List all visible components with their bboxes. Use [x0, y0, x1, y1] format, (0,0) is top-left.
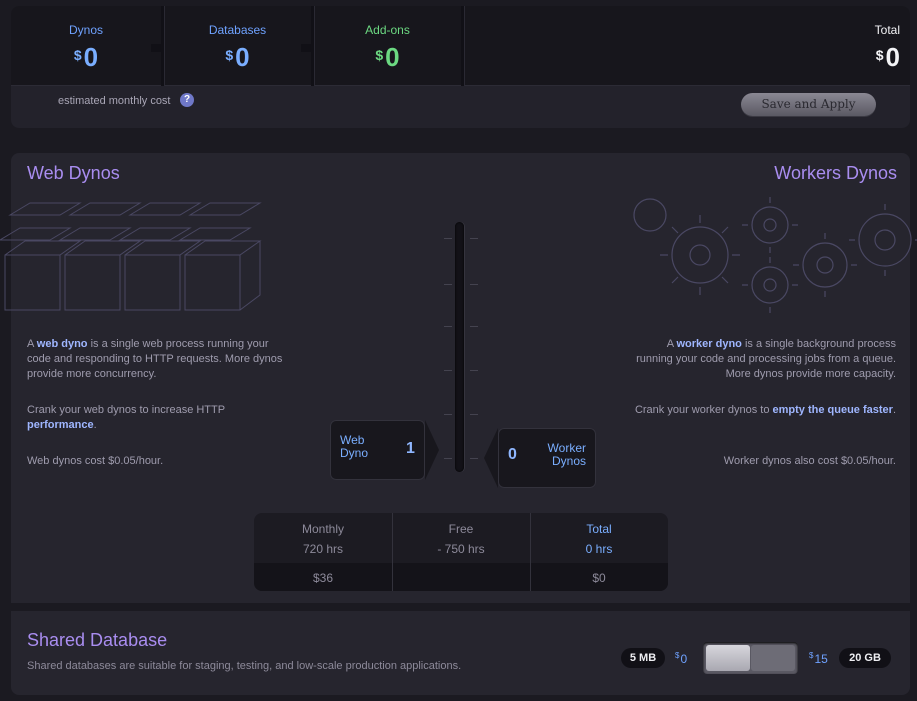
free-hours: - 750 hrs: [437, 542, 485, 556]
web-dyno-performance-text: Crank your web dynos to increase HTTP pe…: [27, 404, 225, 431]
dynos-cost-value: $0: [73, 42, 99, 72]
database-min-size: 5 MB: [621, 648, 665, 668]
total-hours-cost: $0: [592, 571, 606, 585]
total-hours-label: Total: [586, 522, 612, 536]
addons-cost-value: $0: [375, 42, 400, 72]
total-column: Total 0 hrs $0: [530, 513, 668, 591]
save-and-apply-button[interactable]: Save and Apply: [741, 93, 876, 116]
databases-cost-value: $0: [225, 42, 250, 72]
worker-dynos-title: Workers Dynos: [774, 163, 897, 183]
addons-cost: Add-ons $0: [314, 6, 461, 86]
total-cost-label: Total: [874, 23, 900, 37]
total-hours: 0 hrs: [585, 542, 613, 556]
web-dyno-counter[interactable]: Web Dyno 1: [330, 420, 425, 480]
toggle-track-fill: [751, 645, 795, 671]
database-size-toggle[interactable]: [703, 642, 798, 674]
dynos-cost-label: Dynos: [68, 23, 103, 37]
free-label: Free: [448, 522, 474, 536]
worker-dyno-counter-label: Worker Dynos: [547, 441, 586, 468]
gears-illustration: [633, 197, 917, 313]
dyno-slider-track[interactable]: [455, 222, 464, 472]
monthly-hours: 720 hrs: [302, 542, 344, 556]
estimated-monthly-cost-label: estimated monthly cost: [58, 95, 171, 107]
databases-cost: Databases $0: [164, 6, 311, 86]
worker-dyno-pointer: [484, 428, 498, 488]
worker-dyno-count: 0: [508, 446, 517, 463]
app-window: Dynos $0 Databases $0 Add-ons $0 Total $…: [0, 0, 917, 701]
worker-dyno-counter[interactable]: 0 Worker Dynos: [498, 428, 596, 488]
total-cost-value: $0: [875, 42, 900, 72]
web-dyno-description: A web dyno is a single web process runni…: [27, 338, 283, 380]
dynos-cost: Dynos $0: [11, 6, 161, 86]
cost-row: Dynos $0 Databases $0 Add-ons $0 Total $…: [11, 6, 910, 86]
divider-notch: [151, 44, 161, 52]
database-max-size: 20 GB: [839, 648, 891, 668]
worker-dyno-description: A worker dyno is a single background pro…: [636, 338, 896, 380]
divider-notch: [301, 44, 311, 52]
worker-dyno-price-text: Worker dynos also cost $0.05/hour.: [723, 455, 896, 467]
shared-database-description: Shared databases are suitable for stagin…: [27, 660, 462, 672]
web-dyno-pointer: [425, 420, 439, 480]
web-dyno-price-text: Web dynos cost $0.05/hour.: [27, 455, 164, 467]
hours-summary-table: Monthly 720 hrs $36 Free - 750 hrs Total…: [254, 513, 668, 591]
monthly-label: Monthly: [301, 522, 345, 536]
toggle-knob[interactable]: [706, 645, 750, 671]
database-max-price: $15: [809, 651, 828, 666]
total-cost: Total $0: [780, 6, 900, 86]
databases-cost-label: Databases: [208, 23, 267, 37]
help-icon[interactable]: ?: [180, 93, 194, 107]
addons-cost-label: Add-ons: [365, 23, 410, 37]
shared-database-title: Shared Database: [27, 630, 168, 650]
monthly-cost: $36: [312, 571, 334, 585]
divider: [461, 6, 464, 86]
worker-dyno-queue-text: Crank your worker dynos to empty the que…: [634, 404, 896, 416]
database-min-price: $0: [675, 651, 688, 666]
web-dyno-counter-label: Web Dyno: [340, 433, 369, 460]
web-dyno-count: 1: [406, 440, 415, 457]
monthly-column: Monthly 720 hrs $36: [254, 513, 392, 591]
server-cubes-illustration: [0, 202, 262, 311]
free-column: Free - 750 hrs: [392, 513, 530, 591]
web-dynos-title: Web Dynos: [27, 163, 120, 183]
